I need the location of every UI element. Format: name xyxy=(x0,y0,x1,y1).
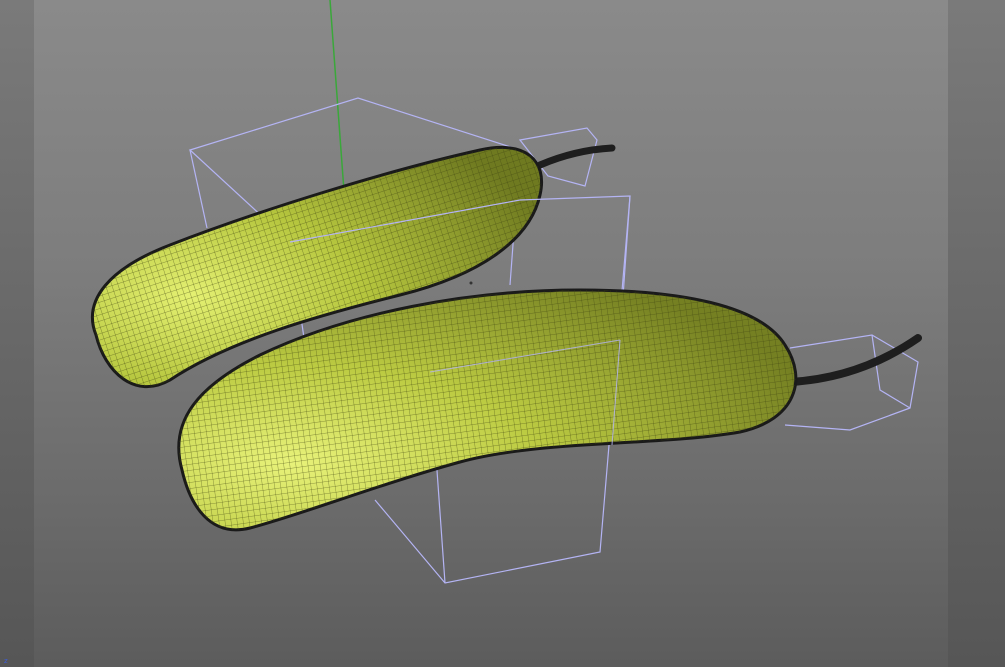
3d-viewport[interactable]: z xyxy=(0,0,1005,667)
cucumber-back-stem xyxy=(536,144,616,169)
pivot-point xyxy=(469,281,473,285)
scene-canvas[interactable] xyxy=(0,0,1005,667)
axis-indicator: z xyxy=(4,657,8,665)
